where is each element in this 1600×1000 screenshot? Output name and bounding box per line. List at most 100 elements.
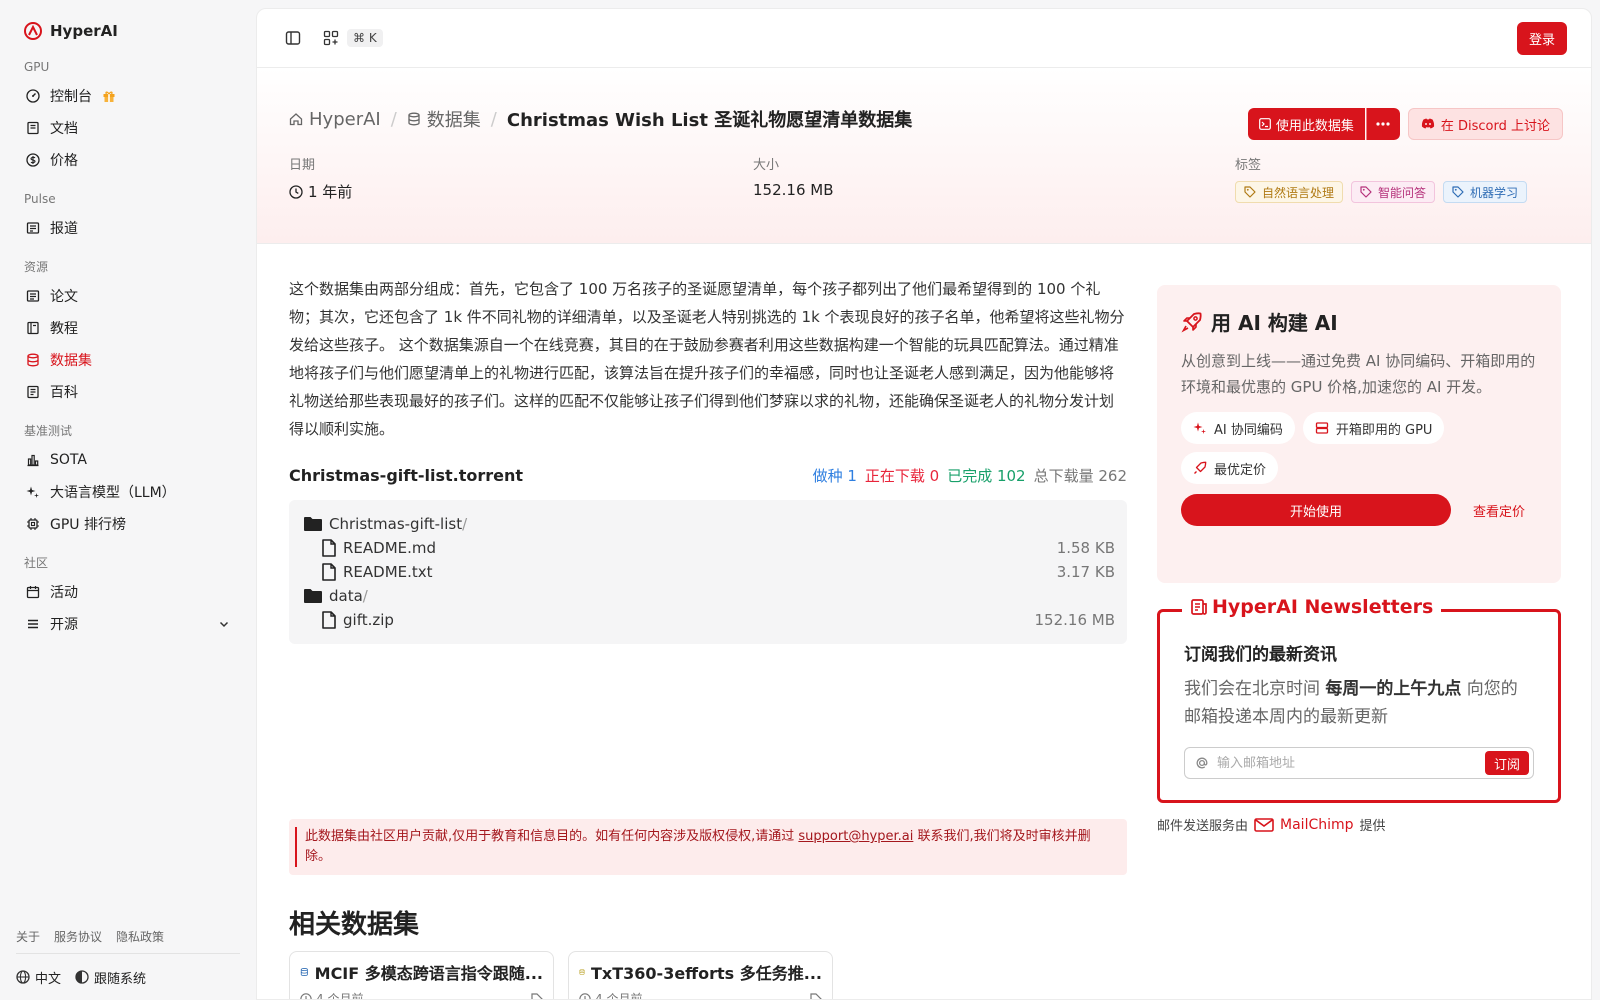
feature-chip: 最优定价 [1181,452,1279,484]
tag[interactable]: 智能问答 [1351,181,1436,203]
related-dataset-tags [810,992,822,999]
sidebar: HyperAI GPU 控制台 文档 价格 Pulse 报道 资源 论文 教程 数据集 百科 基准测试… [0,0,256,1000]
database-icon [27,353,39,367]
file-icon [322,611,336,629]
sidebar-item[interactable]: 报道 [16,212,240,244]
sidebar-item[interactable]: 百科 [16,376,240,408]
file-row[interactable]: README.md 1.58 KB [303,536,1115,560]
start-button[interactable]: 开始使用 [1181,494,1451,526]
tag[interactable]: 自然语言处理 [1235,181,1344,203]
file-row[interactable]: data/ [303,584,1115,608]
file-row[interactable]: Christmas-gift-list/ [303,512,1115,536]
book-icon [27,121,39,135]
hyperai-logo-icon [24,22,42,40]
mail-icon [1254,817,1274,832]
tag-label: 机器学习 [1470,185,1519,200]
torrent-name[interactable]: Christmas-gift-list.torrent [289,466,523,485]
powered-after: 提供 [1359,819,1386,834]
newsletter-text-bold: 每周一的上午九点 [1325,679,1462,699]
sidebar-item[interactable]: 文档 [16,112,240,144]
apps-icon[interactable] [319,26,343,50]
breadcrumb-separator: / [390,108,397,130]
sidebar-item[interactable]: 活动 [16,576,240,608]
tag[interactable]: 机器学习 [1443,181,1528,203]
newsletter-text-before: 我们会在北京时间 [1184,679,1326,699]
powered-before: 邮件发送服务由 [1157,819,1249,834]
file-row[interactable]: gift.zip 152.16 MB [303,608,1115,632]
theme-switch[interactable]: 跟随系统 [75,968,146,987]
sidebar-nav: GPU 控制台 文档 价格 Pulse 报道 资源 论文 教程 数据集 百科 基准测试 SOTA 大语言模… [16,58,240,640]
email-input[interactable] [1217,755,1477,771]
sidebar-item-label: 大语言模型（LLM） [50,485,176,501]
sidebar-item[interactable]: 控制台 [16,80,240,112]
breadcrumb-home-label: HyperAI [309,108,381,130]
footer-link[interactable]: 隐私政策 [116,928,164,945]
sidebar-toggle-icon[interactable] [281,26,305,50]
server-icon [1315,422,1329,434]
ellipsis-icon [1376,122,1390,126]
newspaper-icon [26,222,40,234]
folder-slash: / [462,515,468,533]
clock-icon [579,992,591,999]
completed-count: 已完成 102 [947,467,1026,485]
chevron-down-icon [219,621,229,628]
file-tree: Christmas-gift-list/README.md 1.58 KB READ… [289,500,1127,644]
subscribe-button[interactable]: 订阅 [1484,751,1529,775]
newsletter-icon [1191,599,1207,615]
footer-link[interactable]: 关于 [16,928,40,945]
meta-tags: 标签 自然语言处理 智能问答 机器学习 [1235,154,1528,203]
related-dataset-time: 4 个月前 [595,992,643,1000]
bar-chart-icon [27,454,39,467]
brand-logo[interactable]: HyperAI [16,18,240,44]
theme-icon [75,970,89,984]
promo-card: 用 AI 构建 AI 从创意到上线——通过免费 AI 协同编码、开箱即用的环境和… [1157,285,1561,583]
tag-icon [1244,186,1256,198]
sidebar-item[interactable]: SOTA [16,444,240,476]
discord-button[interactable]: 在 Discord 上讨论 [1407,108,1563,140]
meta-date: 日期 1 年前 [289,154,753,203]
breadcrumb-datasets[interactable]: 数据集 [407,106,481,132]
sidebar-item[interactable]: 教程 [16,312,240,344]
feature-chip-label: AI 协同编码 [1214,422,1283,438]
clock-icon [300,992,312,999]
newsletter-text: 我们会在北京时间 每周一的上午九点 向您的邮箱投递本周内的最新更新 [1184,675,1534,731]
gauge-icon [26,89,40,103]
torrent-header: Christmas-gift-list.torrent 做种 1 正在下载 0 … [289,465,1127,486]
file-name-text: gift.zip [343,611,394,629]
breadcrumb-home[interactable]: HyperAI [289,109,381,130]
file-row[interactable]: README.txt 3.17 KB [303,560,1115,584]
feature-chip-label: 开箱即用的 GPU [1335,422,1433,438]
related-dataset-card[interactable]: MCIF 多模态跨语言指令跟随... 4 个月前 [289,951,554,999]
database-icon [300,968,308,976]
feature-chip: AI 协同编码 [1181,412,1295,444]
sidebar-item-label: 活动 [50,585,78,601]
discord-icon [1421,118,1434,129]
use-dataset-button[interactable]: 使用此数据集 [1247,108,1365,140]
login-button[interactable]: 登录 [1516,21,1567,55]
footer-link[interactable]: 服务协议 [54,928,102,945]
rocket-icon [1181,311,1202,333]
folder-slash: / [362,587,368,605]
sidebar-item[interactable]: 价格 [16,144,240,176]
mailchimp-link[interactable]: MailChimp [1254,817,1354,833]
sidebar-item[interactable]: 数据集 [16,344,240,376]
sidebar-item[interactable]: 论文 [16,280,240,312]
rocket-icon [1194,461,1207,474]
search-shortcut[interactable]: ⌘ K [347,29,383,47]
related-dataset-title: MCIF 多模态跨语言指令跟随... [314,964,543,983]
clock-icon [289,184,303,199]
support-email-link[interactable]: support@hyper.ai [798,829,913,844]
language-switch[interactable]: 中文 [16,968,61,987]
related-dataset-card[interactable]: TxT360-3efforts 多任务推... 4 个月前 [568,951,833,1000]
dataset-actions: 使用此数据集 在 Discord 上讨论 [1247,108,1563,140]
calendar-icon [26,586,40,599]
file-name: README.txt [343,563,433,581]
sidebar-item[interactable]: GPU 排行榜 [16,508,240,540]
sidebar-item[interactable]: 开源 [16,608,240,640]
file-name-text: data [329,587,363,605]
sidebar-item[interactable]: 大语言模型（LLM） [16,476,240,508]
view-pricing-link[interactable]: 查看定价 [1473,501,1525,520]
file-size: 152.16 MB [1034,611,1116,629]
more-options-button[interactable] [1365,108,1400,140]
related-datasets-title: 相关数据集 [289,910,420,940]
